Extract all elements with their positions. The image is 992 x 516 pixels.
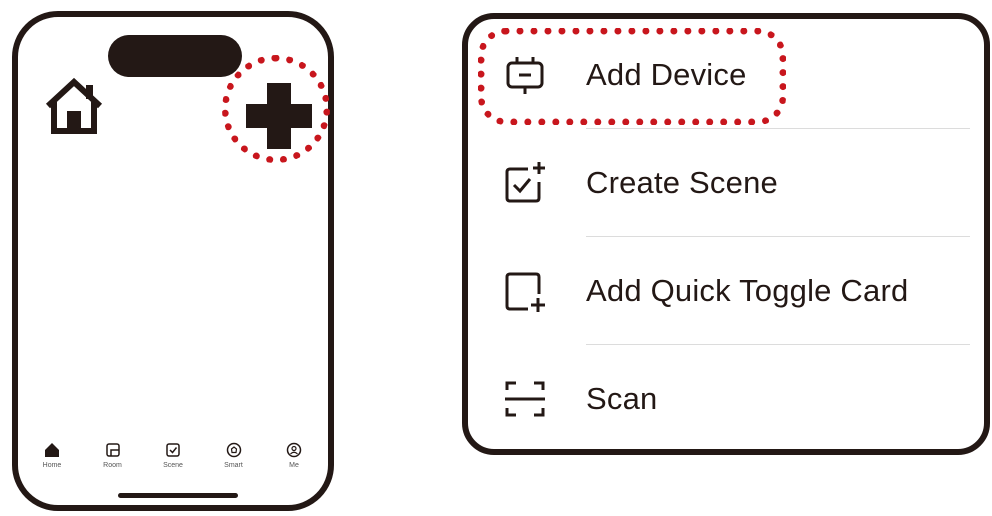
- room-icon: [105, 443, 120, 457]
- smart-icon: [226, 442, 241, 458]
- home-indicator: [118, 493, 238, 498]
- tab-smart[interactable]: Smart: [208, 441, 260, 481]
- menu-divider: [586, 128, 970, 129]
- menu-divider: [586, 344, 970, 345]
- profile-icon: [286, 442, 302, 458]
- menu-divider: [586, 236, 970, 237]
- bottom-tab-bar: Home Room Scene Smart Me: [26, 441, 320, 481]
- menu-item-label: Add Quick Toggle Card: [586, 273, 909, 308]
- scene-check-icon: [166, 443, 180, 457]
- menu-item-scan[interactable]: Scan: [468, 349, 984, 449]
- tab-home-label: Home: [42, 462, 62, 469]
- scan-icon: [505, 381, 545, 417]
- create-scene-icon: [505, 162, 545, 203]
- tab-me[interactable]: Me: [268, 441, 320, 481]
- tab-smart-label: Smart: [224, 462, 243, 469]
- house-icon[interactable]: [42, 77, 106, 135]
- tab-scene-label: Scene: [163, 462, 183, 469]
- phone-notch: [108, 35, 242, 77]
- tab-home[interactable]: Home: [26, 441, 78, 481]
- tab-room-label: Room: [103, 462, 122, 469]
- tab-me-label: Me: [289, 462, 299, 469]
- tab-room[interactable]: Room: [87, 441, 139, 481]
- quick-toggle-card-icon: [505, 272, 545, 312]
- add-device-highlight: [478, 28, 786, 125]
- add-button-highlight: [222, 55, 330, 163]
- phone-frame: Home Room Scene Smart Me: [12, 11, 334, 511]
- menu-item-label: Create Scene: [586, 165, 778, 200]
- add-menu-popup: Add Device Create Scene Add Quick Toggle…: [462, 13, 990, 455]
- tab-scene[interactable]: Scene: [147, 441, 199, 481]
- home-filled-icon: [45, 443, 59, 457]
- menu-item-add-quick-toggle-card[interactable]: Add Quick Toggle Card: [468, 241, 984, 341]
- menu-item-create-scene[interactable]: Create Scene: [468, 133, 984, 233]
- menu-item-label: Scan: [586, 381, 658, 416]
